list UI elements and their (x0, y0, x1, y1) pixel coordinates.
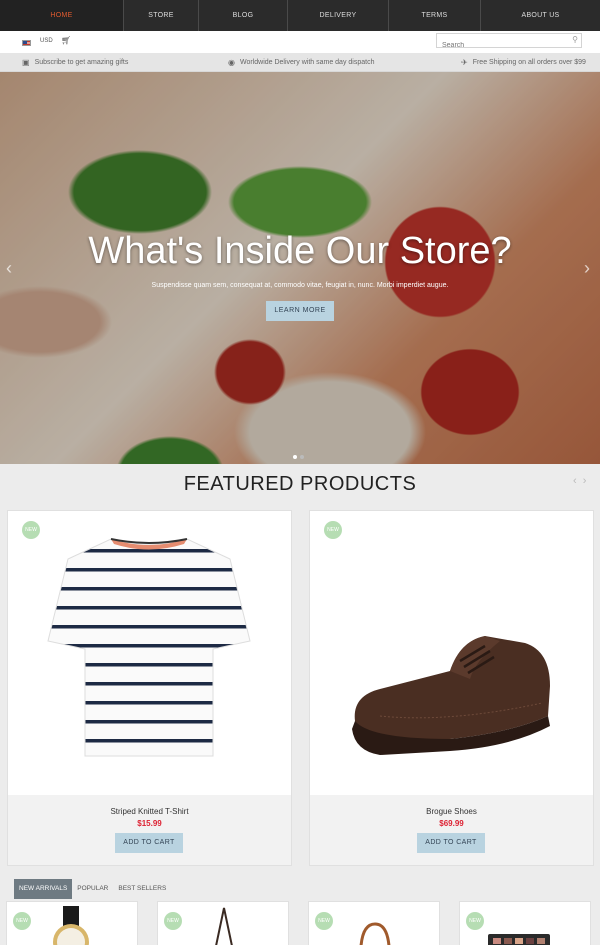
product-card[interactable]: NEW Brogue Shoes $69.99 ADD TO CART (309, 510, 594, 866)
product-tabs: NEW ARRIVALS POPULAR BEST SELLERS (0, 878, 600, 900)
mini-product-card[interactable]: NEW (459, 901, 591, 945)
cart-icon[interactable]: 🛒︎ (61, 36, 71, 45)
new-badge: NEW (164, 912, 182, 930)
featured-products-title: FEATURED PRODUCTS (183, 473, 417, 495)
product-name[interactable]: Striped Knitted T-Shirt (8, 807, 291, 816)
nav-item-delivery[interactable]: DELIVERY (288, 0, 389, 31)
nav-item-home[interactable]: HOME (0, 0, 124, 31)
featured-arrows: ‹ › (573, 475, 586, 487)
hero-dot[interactable] (300, 455, 304, 459)
product-image[interactable]: NEW (8, 511, 291, 795)
info-delivery-text: Worldwide Delivery with same day dispatc… (239, 59, 375, 66)
brogue-shoe-image (352, 636, 550, 755)
search-box: ⚲ (436, 33, 582, 52)
add-to-cart-button[interactable]: ADD TO CART (115, 833, 183, 853)
nav-item-blog[interactable]: BLOG (199, 0, 288, 31)
striped-tshirt-image (47, 538, 251, 757)
top-nav: HOME STORE BLOG DELIVERY TERMS ABOUT US (0, 0, 600, 31)
info-subscribe: ▣ Subscribe to get amazing gifts (22, 53, 128, 72)
hero-subtitle: Suspendisse quam sem, consequat at, comm… (151, 282, 449, 289)
featured-next-icon[interactable]: › (583, 475, 587, 487)
hero-title: What's Inside Our Store? (88, 230, 512, 272)
new-badge: NEW (13, 912, 31, 930)
mini-product-card[interactable]: NEW (6, 901, 138, 945)
new-badge: NEW (315, 912, 333, 930)
info-shipping-text: Free Shipping on all orders over $99 (472, 59, 586, 66)
us-flag-icon[interactable] (22, 40, 31, 46)
info-delivery: ◉ Worldwide Delivery with same day dispa… (228, 53, 374, 72)
product-price: $15.99 (137, 819, 162, 828)
gift-icon: ▣ (22, 58, 30, 67)
tab-best-sellers[interactable]: BEST SELLERS (113, 879, 171, 899)
nav-item-terms[interactable]: TERMS (389, 0, 481, 31)
product-image[interactable]: NEW (310, 511, 593, 795)
tab-popular[interactable]: POPULAR (72, 879, 113, 899)
info-bar: ▣ Subscribe to get amazing gifts ◉ World… (0, 53, 600, 72)
product-meta: Brogue Shoes $69.99 ADD TO CART (310, 795, 593, 865)
new-badge: NEW (324, 521, 342, 539)
new-badge: NEW (466, 912, 484, 930)
info-subscribe-text: Subscribe to get amazing gifts (34, 59, 129, 66)
hero-pagination (293, 455, 304, 459)
search-input[interactable] (437, 39, 557, 52)
nav-item-store[interactable]: STORE (124, 0, 199, 31)
plane-icon: ✈ (461, 58, 468, 67)
learn-more-button[interactable]: LEARN MORE (266, 301, 334, 321)
new-arrivals-row: NEW NEW NEW NEW (6, 901, 600, 945)
hero-banner: ‹ › What's Inside Our Store? Suspendisse… (0, 72, 600, 464)
info-shipping: ✈ Free Shipping on all orders over $99 (461, 53, 586, 72)
product-card[interactable]: NEW Striped Knitted T-Shirt $15.99 ADD T… (7, 510, 292, 866)
featured-prev-icon[interactable]: ‹ (573, 475, 577, 487)
add-to-cart-button[interactable]: ADD TO CART (417, 833, 485, 853)
currency-selector[interactable]: USD (40, 38, 53, 44)
product-price: $69.99 (439, 819, 464, 828)
tab-new-arrivals[interactable]: NEW ARRIVALS (14, 879, 73, 899)
new-badge: NEW (22, 521, 40, 539)
product-name[interactable]: Brogue Shoes (310, 807, 593, 816)
nav-item-about-us[interactable]: ABOUT US (481, 0, 600, 31)
mini-product-card[interactable]: NEW (308, 901, 440, 945)
search-icon[interactable]: ⚲ (572, 35, 578, 44)
mini-product-card[interactable]: NEW (157, 901, 289, 945)
globe-icon: ◉ (228, 58, 235, 67)
product-meta: Striped Knitted T-Shirt $15.99 ADD TO CA… (8, 795, 291, 865)
hero-dot[interactable] (293, 455, 297, 459)
